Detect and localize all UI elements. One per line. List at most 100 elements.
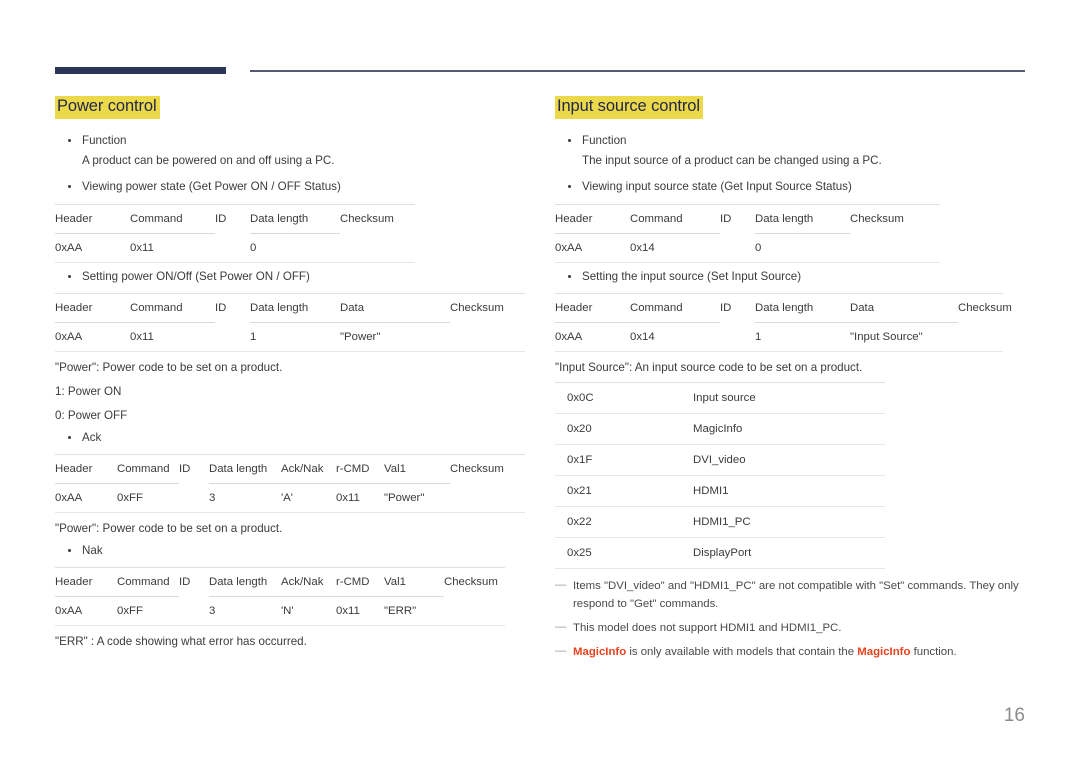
cell	[215, 322, 250, 351]
col-header: Data length	[755, 293, 850, 323]
bullet-viewing-power-state-title: Viewing power state (Get Power ON / OFF …	[82, 180, 341, 194]
bullet-function-detail: The input source of a product can be cha…	[582, 154, 882, 168]
table-row: 0xAA 0x14 1 "Input Source"	[555, 322, 1003, 351]
cell	[450, 322, 525, 351]
cell: 0x11	[336, 492, 360, 505]
nak-table: Header Command ID Data length Ack/Nak r-…	[55, 567, 505, 627]
cell: 0xAA	[55, 492, 83, 505]
table-row: 0xAA 0x14 0	[555, 233, 940, 262]
cell: 1	[755, 330, 762, 343]
cell: 0x14	[630, 241, 655, 254]
col-header: Header	[55, 204, 130, 234]
col-header: Command	[130, 293, 215, 323]
cell: 0xAA	[55, 241, 83, 254]
cell: 0	[755, 241, 762, 254]
cell	[215, 233, 250, 262]
col-header: Header	[555, 204, 630, 234]
bullet-setting-input-source: Setting the input source (Set Input Sour…	[555, 267, 1025, 287]
get-input-source-status-table: Header Command ID Data length Checksum 0…	[555, 203, 940, 263]
power-value-on: 1: Power ON	[55, 384, 122, 398]
source-name: Input source	[681, 382, 885, 414]
col-header: ID	[179, 576, 191, 589]
table-header-row: Header Command ID Data length Data Check…	[555, 293, 1012, 323]
cell: 0xAA	[555, 330, 583, 343]
table-header-row: Header Command ID Data length Data Check…	[55, 293, 525, 323]
table-header-row: Header Command ID Data length Checksum	[555, 204, 940, 234]
err-code-note: "ERR" : A code showing what error has oc…	[55, 635, 307, 649]
input-source-code-table: 0x0C Input source 0x20 MagicInfo 0x1F DV…	[555, 381, 885, 569]
page-title-input-source-control: Input source control	[555, 96, 703, 119]
table-row: 0x20 MagicInfo	[555, 413, 885, 445]
power-code-note: "Power": Power code to be set on a produ…	[55, 360, 283, 374]
table-header-row: Header Command ID Data length Ack/Nak r-…	[55, 454, 525, 485]
cell: 0xAA	[555, 241, 583, 254]
note-magicinfo-availability: — MagicInfo is only available with model…	[555, 643, 1023, 661]
source-name: HDMI1_PC	[681, 506, 885, 538]
note-text: Items "DVI_video" and "HDMI1_PC" are not…	[573, 579, 1019, 610]
page-title-power-control: Power control	[55, 96, 160, 119]
bullet-ack: Ack	[55, 428, 525, 448]
header-accent-bar	[55, 67, 226, 74]
source-code: 0x0C	[555, 382, 681, 414]
col-header: Val1	[384, 567, 444, 598]
col-header: Checksum	[450, 463, 504, 476]
source-name: HDMI1	[681, 475, 885, 507]
col-header: r-CMD	[336, 454, 384, 485]
cell: 0xFF	[117, 492, 143, 505]
cell: 'A'	[281, 492, 293, 505]
note-dash-icon: —	[555, 620, 567, 633]
cell	[720, 322, 755, 351]
col-header: Header	[55, 567, 117, 598]
col-header: Command	[117, 454, 179, 485]
bullet-setting-power: Setting power ON/Off (Set Power ON / OFF…	[55, 267, 525, 287]
cell: 0x11	[130, 330, 154, 343]
col-header: Data length	[250, 293, 340, 323]
col-header: Header	[55, 293, 130, 323]
power-value-off: 0: Power OFF	[55, 408, 128, 422]
table-row: 0x22 HDMI1_PC	[555, 506, 885, 538]
col-header: Command	[130, 204, 215, 234]
col-header: ID	[179, 463, 191, 476]
cell	[179, 597, 209, 626]
page-number: 16	[1003, 705, 1025, 726]
source-code: 0x25	[555, 537, 681, 569]
table-row: 0x21 HDMI1	[555, 475, 885, 507]
bullet-function: Function A product can be powered on and…	[55, 131, 525, 172]
cell	[720, 233, 755, 262]
cell: 'N'	[281, 605, 294, 618]
table-row: 0xAA 0xFF 3 'N' 0x11 "ERR"	[55, 597, 505, 626]
source-code: 0x22	[555, 506, 681, 538]
col-header: ID	[215, 212, 227, 225]
ack-table: Header Command ID Data length Ack/Nak r-…	[55, 454, 525, 514]
col-header: Data	[850, 293, 958, 323]
col-header: Ack/Nak	[281, 567, 336, 598]
col-header: Checksum	[958, 301, 1012, 314]
bullet-ack-title: Ack	[82, 430, 102, 444]
col-header: Data	[340, 293, 450, 323]
note-text: function.	[910, 645, 957, 658]
cell: "Power"	[340, 330, 381, 343]
col-header: Data length	[250, 204, 340, 234]
table-header-row: Header Command ID Data length Ack/Nak r-…	[55, 567, 505, 598]
table-row: 0xAA 0x11 1 "Power"	[55, 322, 525, 351]
source-code: 0x21	[555, 475, 681, 507]
cell: "Power"	[384, 492, 425, 505]
bullet-function-detail: A product can be powered on and off usin…	[82, 154, 335, 168]
note-set-get-compat: — Items "DVI_video" and "HDMI1_PC" are n…	[555, 577, 1023, 613]
table-row: 0x0C Input source	[555, 382, 885, 414]
col-header: ID	[720, 212, 732, 225]
cell: 0x11	[130, 241, 154, 254]
cell: 3	[209, 605, 216, 618]
col-header: Data length	[209, 454, 281, 485]
get-power-status-table: Header Command ID Data length Checksum 0…	[55, 203, 415, 263]
cell: 0x14	[630, 330, 655, 343]
cell: "ERR"	[384, 605, 417, 618]
source-name: DVI_video	[681, 444, 885, 476]
col-header: Checksum	[340, 212, 394, 225]
header-rule-line	[250, 70, 1025, 72]
col-header: Checksum	[850, 212, 904, 225]
set-power-table: Header Command ID Data length Data Check…	[55, 292, 525, 352]
col-header: Val1	[384, 454, 450, 485]
col-header: ID	[215, 301, 227, 314]
input-source-code-note: "Input Source": An input source code to …	[555, 360, 863, 374]
